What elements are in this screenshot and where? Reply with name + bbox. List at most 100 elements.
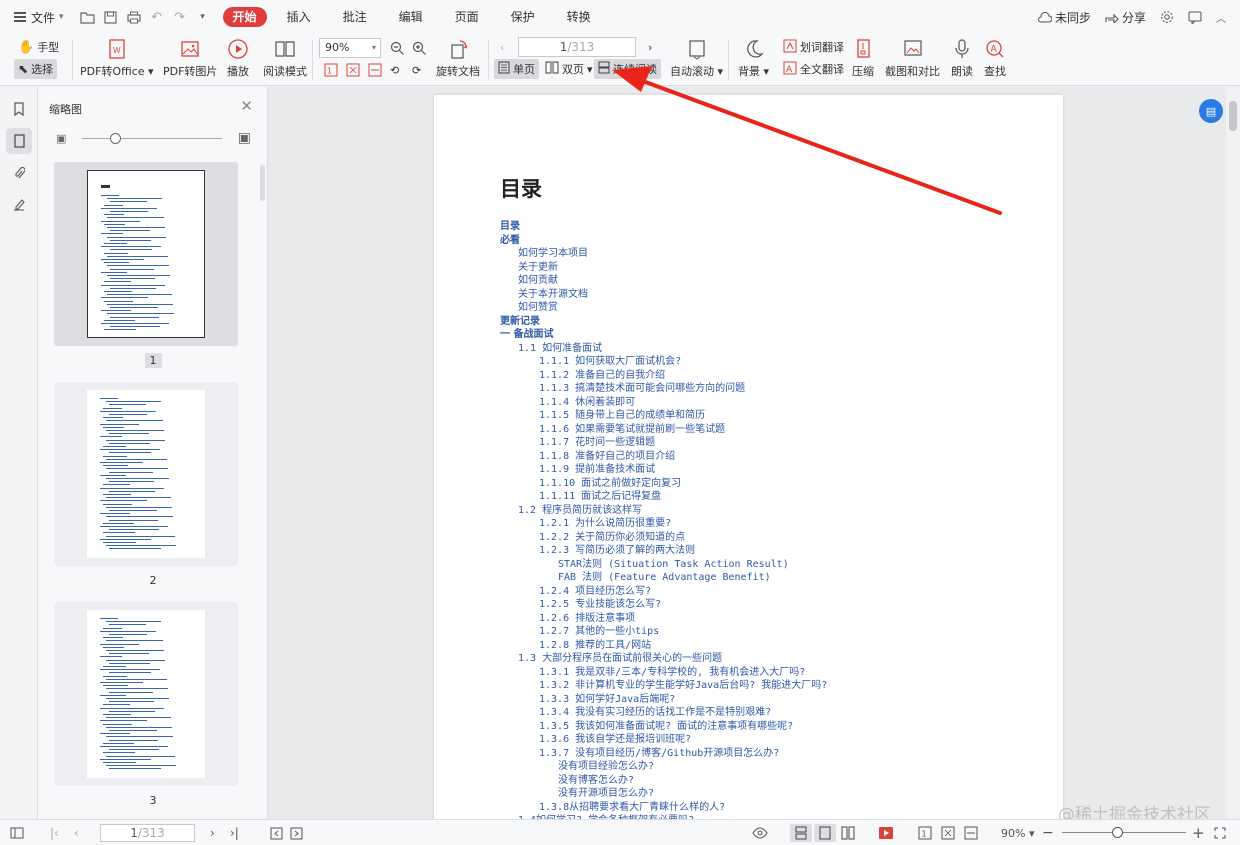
toc-link[interactable]: 1.3.1 我是双非/三本/专科学校的, 我有机会进入大厂吗? — [500, 666, 827, 680]
previous-page-icon[interactable]: ‹ — [74, 824, 79, 842]
print-icon[interactable] — [124, 7, 144, 27]
toc-link[interactable]: 1.1.1 如何获取大厂面试机会? — [500, 355, 827, 369]
tab-annotate[interactable]: 批注 — [331, 7, 379, 27]
toc-link[interactable]: 如何赞赏 — [500, 301, 827, 315]
toc-link[interactable]: 1.2.7 其他的一些小tips — [500, 625, 827, 639]
continuous-view-icon[interactable] — [790, 824, 812, 842]
next-page-icon[interactable]: › — [644, 37, 656, 57]
double-page-button[interactable]: 双页 ▾ — [541, 59, 597, 79]
background-button[interactable]: 背景 ▾ — [738, 37, 769, 79]
forward-icon[interactable] — [290, 824, 303, 842]
status-page-input[interactable]: 1/313 — [100, 824, 195, 842]
sidebar-toggle-icon[interactable] — [10, 824, 24, 842]
play-button[interactable]: 播放 — [226, 37, 250, 79]
document-viewport[interactable]: 目录 目录 必看 如何学习本项目 关于更新 如何贡献 关于本开源文档 如何赞赏 更新记录一 备… — [268, 87, 1226, 819]
next-page-icon[interactable]: › — [210, 824, 215, 842]
zoom-select[interactable]: 90% ▾ — [319, 38, 381, 58]
toc-link[interactable]: 1.3.4 我没有实习经历的话找工作是不是特别艰难? — [500, 706, 827, 720]
toc-link[interactable]: FAB 法则 (Feature Advantage Benefit) — [500, 571, 827, 585]
floating-translate-icon[interactable]: ▤ — [1199, 99, 1223, 123]
thumbnail-size-slider[interactable]: ▣ ▣ — [56, 130, 251, 147]
toc-link[interactable]: 如何贡献 — [500, 274, 827, 288]
read-mode-button[interactable]: 阅读模式 — [263, 37, 307, 79]
redo-icon[interactable]: ↷ — [170, 7, 190, 27]
toc-link[interactable]: 没有项目经验怎么办? — [500, 760, 827, 774]
tab-edit[interactable]: 编辑 — [387, 7, 435, 27]
toc-link[interactable]: 目录 — [500, 220, 827, 234]
toc-link[interactable]: 一 备战面试 — [500, 328, 827, 342]
toc-link[interactable]: 关于更新 — [500, 261, 827, 275]
tab-start[interactable]: 开始 — [222, 7, 267, 27]
page-number-input[interactable]: 1/313 — [518, 37, 636, 57]
tab-insert[interactable]: 插入 — [275, 7, 323, 27]
zoom-slider-track[interactable] — [1062, 832, 1186, 833]
save-icon[interactable] — [101, 7, 121, 27]
file-menu[interactable]: 文件 ▾ — [0, 9, 72, 26]
rotate-left-icon[interactable]: ⟲ — [386, 60, 403, 80]
toc-link[interactable]: 1.3.5 我该如何准备面试呢? 面试的注意事项有哪些呢? — [500, 720, 827, 734]
double-page-view-icon[interactable] — [838, 824, 858, 842]
scrollbar-thumb[interactable] — [1229, 101, 1237, 131]
tab-protect[interactable]: 保护 — [499, 7, 547, 27]
toc-link[interactable]: STAR法则 (Situation Task Action Result) — [500, 558, 827, 572]
toc-link[interactable]: 1.3.8从招聘要求看大厂青睐什么样的人? — [500, 801, 827, 815]
toc-link[interactable]: 1.1.2 准备自己的自我介绍 — [500, 369, 827, 383]
toc-link[interactable]: 1.3.7 没有项目经历/博客/Github开源项目怎么办? — [500, 747, 827, 761]
zoom-slider-knob[interactable] — [1112, 827, 1123, 838]
toc-link[interactable]: 1.1.4 休闲着装即可 — [500, 396, 827, 410]
continuous-reading-button[interactable]: 连续阅读 — [594, 59, 661, 79]
single-page-button[interactable]: 单页 — [494, 59, 539, 79]
fit-page-icon[interactable] — [941, 824, 955, 842]
toc-link[interactable]: 更新记录 — [500, 315, 827, 329]
thumbnail-page-1[interactable] — [54, 162, 238, 346]
toc-link[interactable]: 1.3.6 我该自学还是报培训班呢? — [500, 733, 827, 747]
fit-width-icon[interactable] — [364, 60, 386, 80]
share-button[interactable]: 分享 — [1105, 9, 1146, 26]
zoom-out-icon[interactable]: − — [1042, 824, 1054, 842]
toc-link[interactable]: 1.1.6 如果需要笔试就提前刷一些笔试题 — [500, 423, 827, 437]
close-icon[interactable]: ✕ — [240, 97, 253, 115]
tab-convert[interactable]: 转换 — [555, 7, 603, 27]
bookmark-icon[interactable] — [6, 96, 32, 122]
thumbnail-scrollbar[interactable] — [260, 165, 265, 201]
compress-button[interactable]: 压缩 — [851, 37, 875, 79]
toc-link[interactable]: 没有开源项目怎么办? — [500, 787, 827, 801]
toc-link[interactable]: 1.1 如何准备面试 — [500, 342, 827, 356]
toc-link[interactable]: 1.3.2 非计算机专业的学生能学好Java后台吗? 我能进大厂吗? — [500, 679, 827, 693]
undo-icon[interactable]: ↶ — [147, 7, 167, 27]
find-button[interactable]: A 查找 — [983, 37, 1007, 79]
toc-link[interactable]: 1.1.10 面试之前做好定向复习 — [500, 477, 827, 491]
toc-link[interactable]: 如何学习本项目 — [500, 247, 827, 261]
zoom-out-icon[interactable] — [386, 38, 409, 58]
pdf-to-office-button[interactable]: W PDF转Office ▾ — [80, 37, 154, 79]
toc-link[interactable]: 1.2.6 排版注意事项 — [500, 612, 827, 626]
select-tool-button[interactable]: ⬉ 选择 — [14, 59, 58, 79]
play-slideshow-icon[interactable] — [878, 824, 894, 842]
toc-link[interactable]: 1.2.2 关于简历你必须知道的点 — [500, 531, 827, 545]
rotate-document-button[interactable]: 旋转文档 — [436, 37, 480, 79]
last-page-icon[interactable]: ›| — [230, 824, 239, 842]
single-page-view-icon[interactable] — [814, 824, 836, 842]
toc-link[interactable]: 1.1.8 准备好自己的项目介绍 — [500, 450, 827, 464]
toc-link[interactable]: 1.2.1 为什么说简历很重要? — [500, 517, 827, 531]
toc-link[interactable]: 1.2 程序员简历就该这样写 — [500, 504, 827, 518]
toc-link[interactable]: 1.1.11 面试之后记得复盘 — [500, 490, 827, 504]
previous-page-icon[interactable]: ‹ — [496, 37, 508, 57]
toc-link[interactable]: 1.2.3 写简历必须了解的两大法则 — [500, 544, 827, 558]
back-icon[interactable] — [270, 824, 283, 842]
slider-knob[interactable] — [110, 133, 121, 144]
fullscreen-icon[interactable] — [1214, 824, 1226, 842]
toc-link[interactable]: 1.2.8 推荐的工具/网站 — [500, 639, 827, 653]
actual-size-icon[interactable]: 1 — [918, 824, 932, 842]
eye-icon[interactable] — [752, 824, 768, 842]
full-translate-button[interactable]: A 全文翻译 — [779, 59, 848, 79]
hand-tool-button[interactable]: ✋ 手型 — [14, 37, 63, 57]
pdf-to-image-button[interactable]: PDF转图片 — [163, 37, 217, 79]
open-folder-icon[interactable] — [78, 7, 98, 27]
thumbnail-page-3[interactable] — [54, 602, 238, 786]
zoom-in-icon[interactable]: + — [1192, 824, 1205, 842]
fit-width-icon[interactable] — [964, 824, 978, 842]
thumbnail-panel-icon[interactable] — [6, 128, 32, 154]
quick-access-dropdown-icon[interactable]: ▾ — [193, 7, 213, 27]
vertical-scrollbar[interactable] — [1226, 87, 1240, 819]
